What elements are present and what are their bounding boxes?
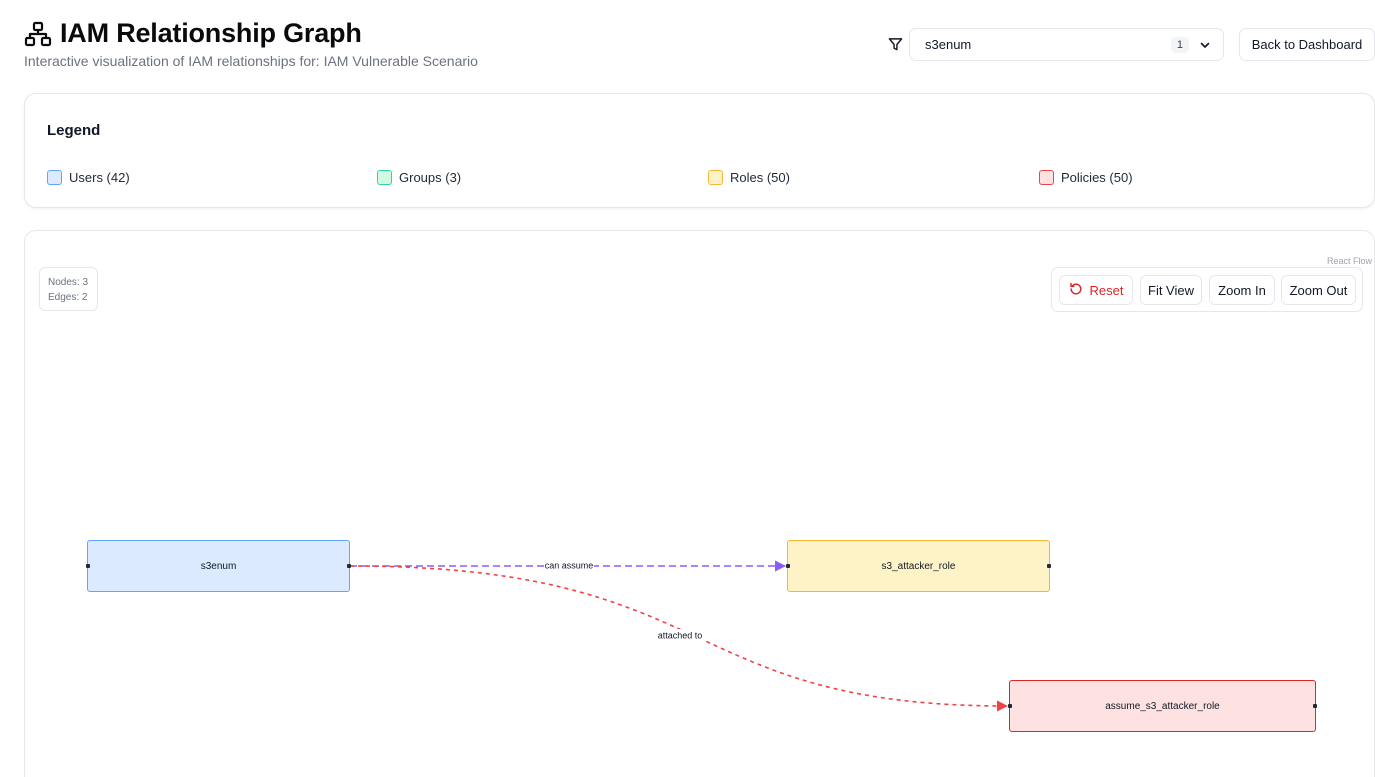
back-to-dashboard-button[interactable]: Back to Dashboard (1239, 28, 1375, 61)
legend-item-roles: Roles (50) (708, 170, 790, 185)
node-label: s3_attacker_role (881, 560, 956, 572)
node-handle-target[interactable] (1008, 704, 1012, 708)
legend-label-policies: Policies (50) (1061, 170, 1133, 185)
graph-node-role[interactable]: s3_attacker_role (786, 540, 1051, 592)
filter-selected-value: s3enum (925, 37, 972, 52)
node-handle-source[interactable] (347, 564, 351, 568)
network-hierarchy-icon (24, 20, 52, 48)
graph-canvas[interactable]: React Flow Nodes: 3 Edges: 2 Reset Fit V… (24, 230, 1375, 777)
page-subtitle: Interactive visualization of IAM relatio… (24, 53, 478, 69)
legend-label-roles: Roles (50) (730, 170, 790, 185)
filter-icon (884, 34, 906, 56)
legend-label-groups: Groups (3) (399, 170, 462, 185)
legend-label-users: Users (42) (69, 170, 130, 185)
node-label: s3enum (200, 560, 237, 572)
legend-title: Legend (47, 122, 101, 139)
legend-swatch-roles (708, 170, 723, 185)
legend-swatch-users (47, 170, 62, 185)
legend-item-policies: Policies (50) (1039, 170, 1133, 185)
graph-node-policy[interactable]: assume_s3_attacker_role (1008, 680, 1317, 732)
node-handle-target[interactable] (786, 564, 790, 568)
filter-count-badge: 1 (1170, 36, 1189, 53)
page-header: IAM Relationship Graph Interactive visua… (24, 18, 478, 69)
edge-label-attached-to: attached to (658, 631, 703, 641)
legend-item-groups: Groups (3) (377, 170, 461, 185)
node-handle-target[interactable] (86, 564, 90, 568)
legend-card: Legend Users (42) Groups (3) Roles (50) … (24, 93, 1375, 208)
legend-item-users: Users (42) (47, 170, 130, 185)
node-filter-select[interactable]: s3enum 1 (909, 28, 1224, 61)
node-handle-source[interactable] (1047, 564, 1051, 568)
chevron-down-icon (1199, 39, 1211, 51)
filter-area: s3enum 1 (884, 28, 1224, 61)
node-label: assume_s3_attacker_role (1105, 700, 1220, 712)
page-title: IAM Relationship Graph (60, 18, 362, 48)
legend-swatch-groups (377, 170, 392, 185)
node-handle-source[interactable] (1313, 704, 1317, 708)
edge-label-can-assume: can assume (545, 561, 594, 571)
legend-swatch-policies (1039, 170, 1054, 185)
graph-node-user[interactable]: s3enum (86, 540, 351, 592)
